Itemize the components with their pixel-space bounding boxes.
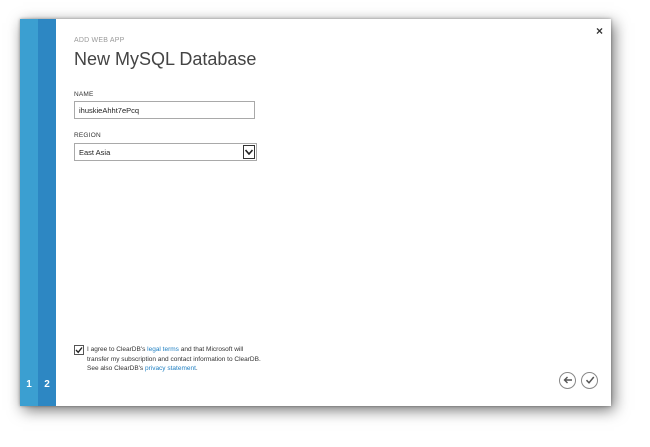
dialog-subtitle: ADD WEB APP: [74, 37, 125, 44]
add-web-app-dialog: 1 2 × ADD WEB APP New MySQL Database NAM…: [20, 19, 611, 406]
step-2[interactable]: 2: [38, 19, 56, 406]
agreement-checkbox[interactable]: [74, 345, 84, 355]
privacy-statement-link[interactable]: privacy statement: [145, 365, 196, 372]
region-selected-value: East Asia: [79, 148, 111, 157]
legal-terms-link[interactable]: legal terms: [147, 346, 179, 353]
region-select[interactable]: East Asia: [74, 143, 257, 161]
check-icon: [585, 372, 595, 390]
step-1-number: 1: [26, 379, 32, 390]
complete-button[interactable]: [581, 372, 598, 389]
chevron-down-icon[interactable]: [243, 145, 255, 159]
agreement-text: I agree to ClearDB's legal terms and tha…: [87, 345, 267, 374]
step-1[interactable]: 1: [20, 19, 38, 406]
agreement-text-part-1: I agree to ClearDB's: [87, 346, 148, 353]
name-label: NAME: [74, 91, 94, 98]
back-button[interactable]: [559, 372, 576, 389]
region-label: REGION: [74, 132, 101, 139]
page-title: New MySQL Database: [74, 49, 257, 69]
name-input[interactable]: [74, 101, 255, 119]
wizard-steps-bar: 1 2: [20, 19, 56, 406]
agreement-text-part-3: .: [195, 365, 198, 372]
arrow-left-icon: [563, 372, 573, 390]
close-icon[interactable]: ×: [596, 25, 603, 37]
step-2-number: 2: [44, 379, 50, 390]
